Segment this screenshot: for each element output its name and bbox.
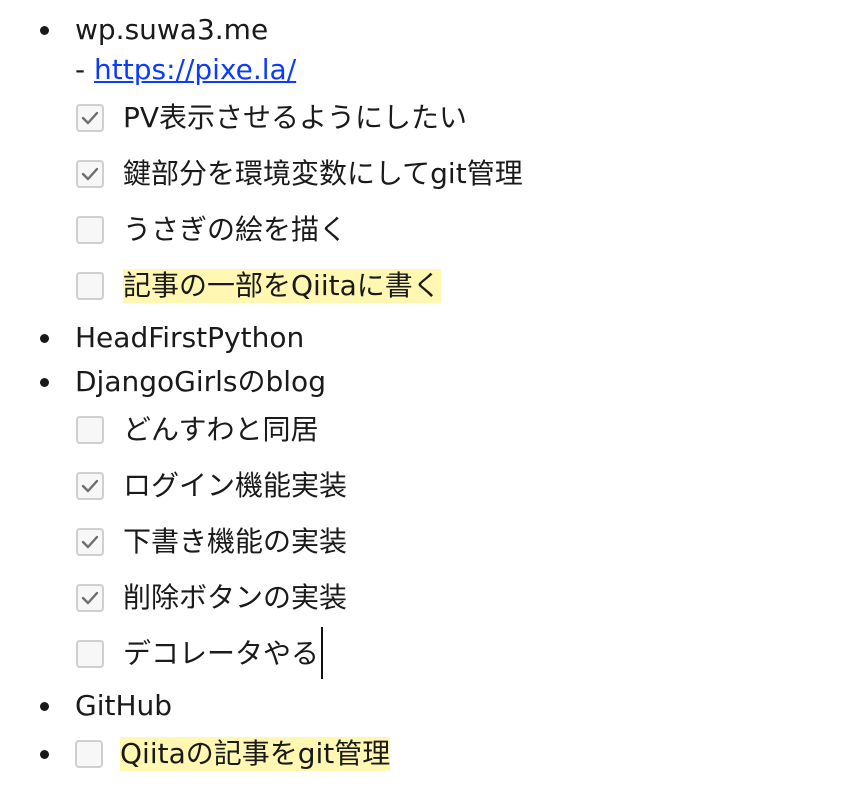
task-text[interactable]: PV表示させるようにしたい	[123, 101, 467, 135]
task-text[interactable]: うさぎの絵を描く	[123, 213, 347, 247]
note-link[interactable]: https://pixe.la/	[94, 53, 296, 86]
list-item-djangogirls[interactable]: DjangoGirlsのblog どんすわと同居 ログイン機能実装 下書き機能の…	[0, 362, 860, 682]
task-text[interactable]: 下書き機能の実装	[123, 525, 347, 559]
task-item[interactable]: デコレータやる	[76, 626, 860, 682]
checkbox-unchecked[interactable]	[76, 416, 104, 444]
task-item[interactable]: 記事の一部をQiitaに書く	[76, 258, 860, 314]
item-note[interactable]: - https://pixe.la/	[75, 50, 860, 90]
task-text[interactable]: 鍵部分を環境変数にしてgit管理	[123, 157, 523, 191]
list-item-headfirstpython[interactable]: HeadFirstPython	[0, 318, 860, 358]
task-item[interactable]: 鍵部分を環境変数にしてgit管理	[76, 146, 860, 202]
bullet-icon	[40, 750, 49, 759]
task-text-highlighted[interactable]: 記事の一部をQiitaに書く	[123, 269, 441, 303]
list-item-wp-suwa3[interactable]: wp.suwa3.me - https://pixe.la/ PV表示させるよう…	[0, 10, 860, 314]
task-text[interactable]: デコレータやる	[123, 637, 319, 671]
task-text[interactable]: ログイン機能実装	[123, 469, 347, 503]
outline-document: wp.suwa3.me - https://pixe.la/ PV表示させるよう…	[0, 0, 860, 792]
subtask-list: どんすわと同居 ログイン機能実装 下書き機能の実装 削除ボタンの実装 デコレータ…	[75, 402, 860, 682]
task-text[interactable]: 削除ボタンの実装	[123, 581, 347, 615]
outline-list: wp.suwa3.me - https://pixe.la/ PV表示させるよう…	[0, 0, 860, 779]
bullet-icon	[40, 26, 49, 35]
bullet-icon	[40, 378, 49, 387]
checkbox-checked[interactable]	[76, 104, 104, 132]
task-item[interactable]: うさぎの絵を描く	[76, 202, 860, 258]
task-item[interactable]: PV表示させるようにしたい	[76, 90, 860, 146]
task-text-highlighted[interactable]: Qiitaの記事をgit管理	[120, 737, 391, 771]
task-text[interactable]: どんすわと同居	[123, 413, 318, 447]
checkbox-checked[interactable]	[76, 472, 104, 500]
task-item[interactable]: ログイン機能実装	[76, 458, 860, 514]
check-icon	[81, 591, 99, 605]
check-icon	[81, 479, 99, 493]
item-label[interactable]: HeadFirstPython	[75, 318, 304, 358]
bullet-icon	[40, 702, 49, 711]
checkbox-unchecked[interactable]	[76, 216, 104, 244]
task-item[interactable]: Qiitaの記事をgit管理	[75, 734, 391, 774]
item-label[interactable]: DjangoGirlsのblog	[75, 362, 326, 402]
item-label[interactable]: wp.suwa3.me	[75, 10, 268, 50]
checkbox-checked[interactable]	[76, 584, 104, 612]
list-item-qiita-git[interactable]: Qiitaの記事をgit管理	[0, 734, 860, 779]
subtask-list: PV表示させるようにしたい 鍵部分を環境変数にしてgit管理 うさぎの絵を描く …	[75, 90, 860, 314]
task-item[interactable]: どんすわと同居	[76, 402, 860, 458]
check-icon	[81, 535, 99, 549]
bullet-icon	[40, 334, 49, 343]
check-icon	[81, 111, 99, 125]
checkbox-checked[interactable]	[76, 160, 104, 188]
checkbox-unchecked[interactable]	[76, 272, 104, 300]
check-icon	[81, 167, 99, 181]
item-label[interactable]: GitHub	[75, 686, 172, 726]
text-cursor	[321, 627, 324, 679]
checkbox-unchecked[interactable]	[75, 740, 103, 768]
checkbox-unchecked[interactable]	[76, 640, 104, 668]
note-prefix: -	[75, 53, 95, 86]
task-item[interactable]: 削除ボタンの実装	[76, 570, 860, 626]
task-item[interactable]: 下書き機能の実装	[76, 514, 860, 570]
list-item-github[interactable]: GitHub	[0, 686, 860, 726]
checkbox-checked[interactable]	[76, 528, 104, 556]
